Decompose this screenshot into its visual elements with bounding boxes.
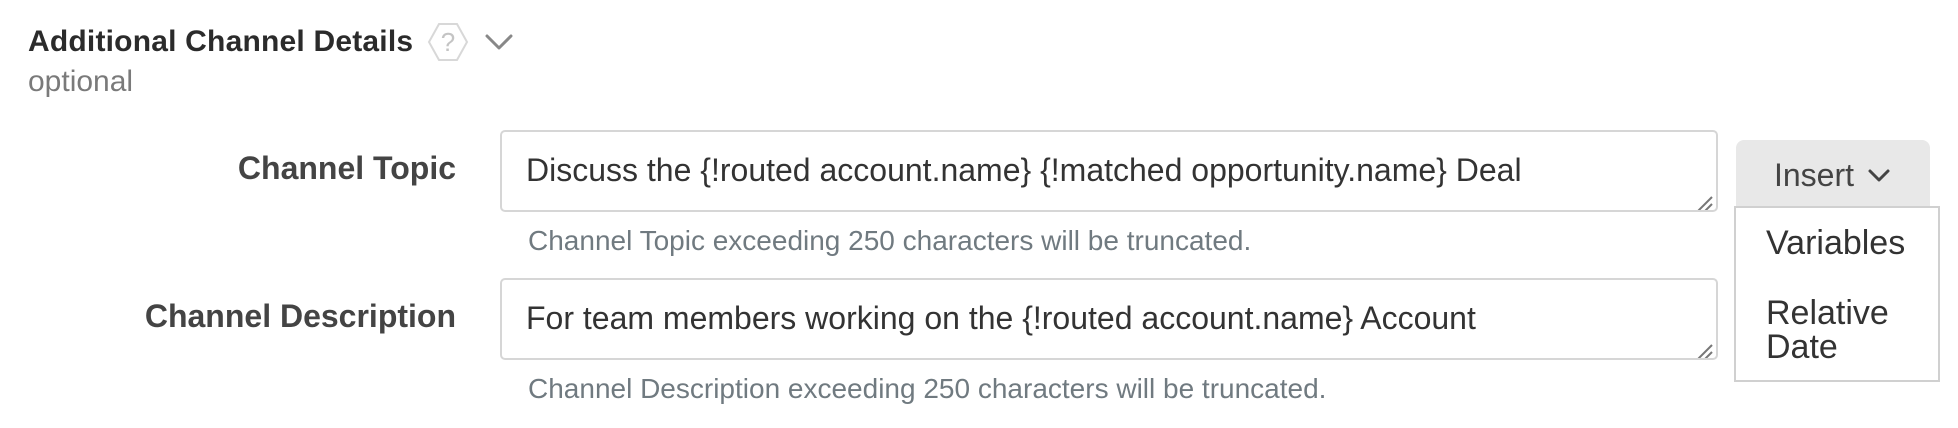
channel-topic-input[interactable]: Discuss the {!routed account.name} {!mat… — [500, 130, 1718, 212]
insert-dropdown-menu: Variables Relative Date — [1734, 206, 1940, 382]
menu-item-relative-date[interactable]: Relative Date — [1766, 296, 1926, 364]
section-subtitle: optional — [28, 65, 134, 98]
channel-topic-label: Channel Topic — [237, 150, 456, 186]
resize-handle-icon[interactable] — [1692, 334, 1714, 358]
channel-topic-hint: Channel Topic exceeding 250 characters w… — [528, 225, 1252, 256]
chevron-down-icon[interactable] — [481, 24, 517, 60]
insert-button-label: Insert — [1773, 156, 1855, 193]
channel-topic-value: Discuss the {!routed account.name} {!mat… — [526, 152, 1522, 188]
chevron-down-icon — [1866, 162, 1892, 188]
menu-item-variables[interactable]: Variables — [1766, 226, 1905, 260]
section-title: Additional Channel Details — [28, 25, 414, 58]
help-icon[interactable]: ? — [427, 21, 469, 63]
resize-handle-icon[interactable] — [1692, 186, 1714, 210]
channel-description-hint: Channel Description exceeding 250 charac… — [528, 373, 1327, 404]
svg-text:?: ? — [441, 27, 455, 57]
section-header: Additional Channel Details ? — [28, 22, 517, 62]
channel-description-value: For team members working on the {!routed… — [526, 300, 1476, 336]
insert-button[interactable]: Insert — [1736, 140, 1930, 210]
channel-description-input[interactable]: For team members working on the {!routed… — [500, 278, 1718, 360]
channel-description-label: Channel Description — [144, 298, 456, 334]
